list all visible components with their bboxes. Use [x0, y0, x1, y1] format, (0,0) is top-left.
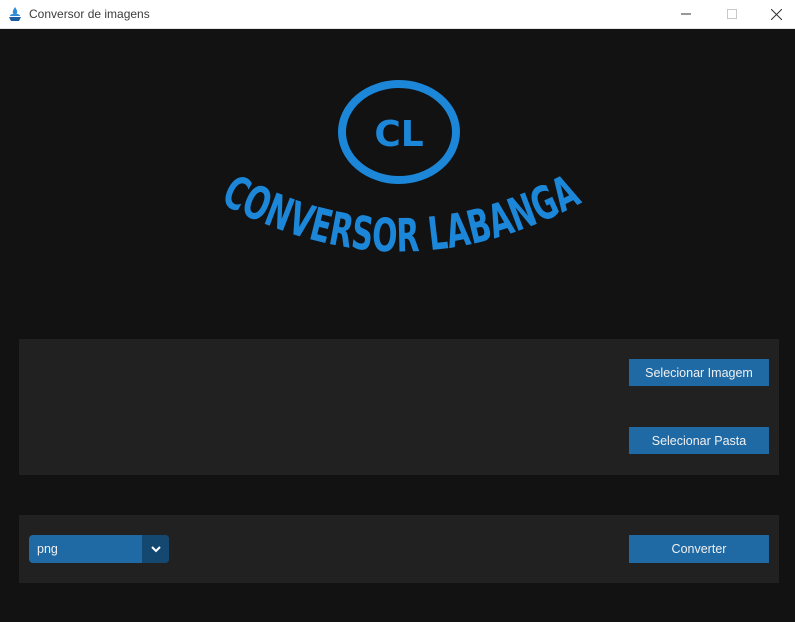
format-dropdown[interactable]: png: [29, 535, 169, 563]
title-bar: Conversor de imagens: [0, 0, 795, 29]
chevron-down-icon[interactable]: [142, 535, 169, 563]
close-button[interactable]: [753, 0, 795, 28]
app-window: Conversor de imagens CL CONVERSOR LABANG…: [0, 0, 795, 622]
convert-button[interactable]: Converter: [629, 535, 769, 563]
app-icon: [8, 6, 22, 22]
maximize-icon: [727, 9, 737, 19]
close-icon: [770, 8, 782, 20]
logo-monogram: CL: [374, 114, 423, 155]
format-dropdown-value: png: [37, 542, 58, 556]
minimize-icon: [681, 13, 691, 15]
select-folder-button[interactable]: Selecionar Pasta: [629, 427, 769, 454]
app-logo: CL CONVERSOR LABANGA: [190, 70, 610, 285]
minimize-button[interactable]: [663, 0, 709, 28]
conversion-panel: png Converter: [19, 515, 779, 583]
select-image-button[interactable]: Selecionar Imagem: [629, 359, 769, 386]
maximize-button[interactable]: [709, 0, 755, 28]
window-title: Conversor de imagens: [29, 7, 150, 21]
selection-panel: Selecionar Imagem Selecionar Pasta: [19, 339, 779, 475]
